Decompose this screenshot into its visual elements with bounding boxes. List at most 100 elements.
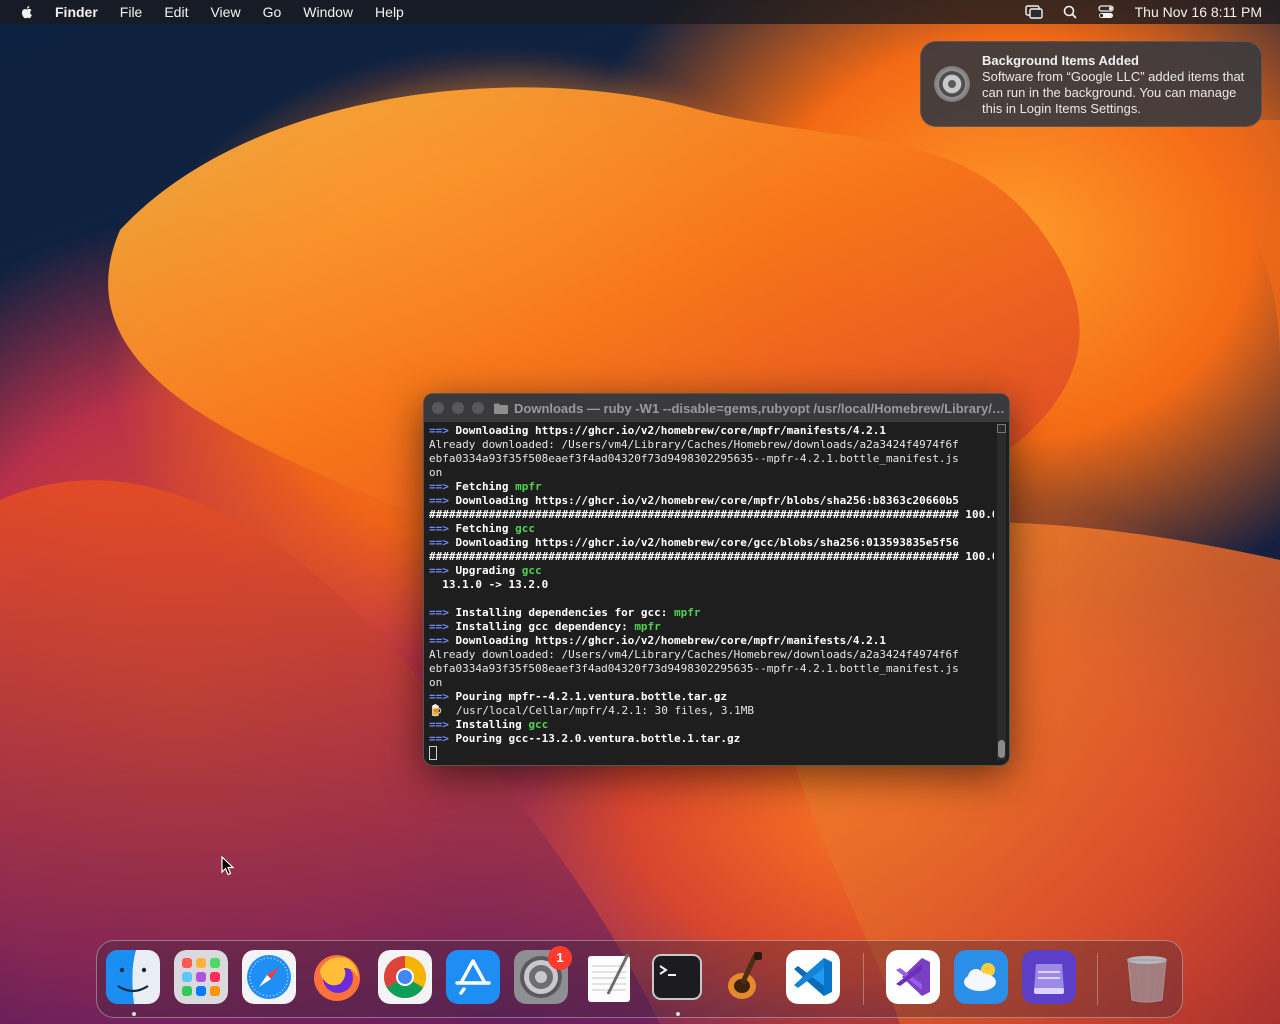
terminal-line: 13.1.0 -> 13.2.0 (429, 578, 994, 592)
terminal-line: ==> Downloading https://ghcr.io/v2/homeb… (429, 424, 994, 438)
close-button[interactable] (432, 402, 444, 414)
terminal-text: ==> (429, 494, 456, 507)
menubar-status-area: Thu Nov 16 8:11 PM (1007, 0, 1262, 24)
terminal-line: ########################################… (429, 550, 994, 564)
safari-icon[interactable] (242, 950, 296, 1004)
terminal-line: ==> Fetching mpfr (429, 480, 994, 494)
terminal-text: ==> (429, 732, 456, 745)
terminal-text: ==> (429, 620, 456, 633)
spotlight-search-icon[interactable] (1061, 5, 1079, 19)
terminal-line: ==> Installing gcc (429, 718, 994, 732)
scrollbar-thumb[interactable] (998, 740, 1005, 758)
terminal-running-indicator (676, 1012, 680, 1016)
terminal-output[interactable]: ==> Downloading https://ghcr.io/v2/homeb… (429, 424, 994, 760)
finder-running-indicator (132, 1012, 136, 1016)
terminal-icon[interactable] (650, 950, 704, 1004)
notification-body: Software from “Google LLC” added items t… (982, 69, 1245, 116)
menu-help[interactable]: Help (375, 0, 404, 24)
terminal-titlebar[interactable]: Downloads — ruby -W1 --disable=gems,ruby… (424, 394, 1009, 423)
menu-bar: Finder File Edit View Go Window Help Thu… (0, 0, 1280, 24)
minimize-button[interactable] (452, 402, 464, 414)
terminal-text: mpfr (674, 606, 701, 619)
vscode-icon[interactable] (786, 950, 840, 1004)
terminal-cursor (429, 746, 437, 760)
app-installer-icon[interactable] (1022, 950, 1076, 1004)
menu-view[interactable]: View (210, 0, 240, 24)
terminal-window-title: Downloads — ruby -W1 --disable=gems,ruby… (514, 400, 1006, 416)
terminal-text: mpfr (634, 620, 661, 633)
terminal-text: ebfa0334a93f35f508eaef3f4ad04320f73d9498… (429, 662, 959, 675)
terminal-text: ==> (429, 634, 456, 647)
terminal-text: Downloading https://ghcr.io/v2/homebrew/… (455, 494, 959, 507)
visual-studio-icon[interactable] (886, 950, 940, 1004)
terminal-text: ==> (429, 536, 456, 549)
terminal-text: ########################################… (429, 508, 994, 521)
terminal-text: Downloading https://ghcr.io/v2/homebrew/… (455, 536, 959, 549)
terminal-text: ebfa0334a93f35f508eaef3f4ad04320f73d9498… (429, 452, 959, 465)
terminal-text: gcc (515, 522, 535, 535)
terminal-text: ==> (429, 718, 456, 731)
control-center-icon[interactable] (1097, 5, 1115, 19)
terminal-text: gcc (528, 718, 549, 731)
terminal-text: ==> (429, 564, 456, 577)
terminal-text: Already downloaded: /Users/vm4/Library/C… (429, 438, 959, 451)
terminal-line: ==> Pouring gcc--13.2.0.ventura.bottle.1… (429, 732, 994, 746)
scrollbar-top (997, 424, 1006, 433)
terminal-line: ebfa0334a93f35f508eaef3f4ad04320f73d9498… (429, 662, 994, 676)
screen-mirroring-icon[interactable] (1024, 5, 1043, 19)
terminal-line: ==> Downloading https://ghcr.io/v2/homeb… (429, 494, 994, 508)
terminal-text: on (429, 676, 443, 689)
app-store-icon[interactable] (446, 950, 500, 1004)
terminal-line: ==> Downloading https://ghcr.io/v2/homeb… (429, 634, 994, 648)
launchpad-icon[interactable] (174, 950, 228, 1004)
mouse-pointer-icon (221, 856, 235, 876)
finder-icon[interactable] (106, 950, 160, 1004)
terminal-prompt-line[interactable] (429, 746, 994, 760)
terminal-line: on (429, 676, 994, 690)
garageband-icon[interactable] (718, 950, 772, 1004)
folder-icon (494, 403, 508, 414)
menu-edit[interactable]: Edit (164, 0, 188, 24)
firefox-icon[interactable] (310, 950, 364, 1004)
terminal-text: ########################################… (429, 550, 994, 563)
trash-icon[interactable] (1120, 950, 1174, 1004)
terminal-text: 13.1.0 -> 13.2.0 (429, 578, 549, 591)
terminal-text: Fetching (455, 480, 516, 493)
terminal-text: mpfr (515, 480, 542, 493)
system-settings-icon (934, 66, 970, 102)
terminal-line: ########################################… (429, 508, 994, 522)
terminal-text: gcc (521, 564, 542, 577)
terminal-text: ==> (429, 690, 456, 703)
chrome-icon[interactable] (378, 950, 432, 1004)
terminal-text: ==> (429, 606, 456, 619)
dock-separator (863, 953, 864, 1005)
menubar-clock[interactable]: Thu Nov 16 8:11 PM (1135, 4, 1262, 20)
terminal-text: Upgrading (455, 564, 522, 577)
icloud-icon[interactable] (954, 950, 1008, 1004)
terminal-line: ebfa0334a93f35f508eaef3f4ad04320f73d9498… (429, 452, 994, 466)
terminal-text: Installing gcc dependency: (455, 620, 635, 633)
menu-window[interactable]: Window (303, 0, 353, 24)
terminal-text: Fetching (455, 522, 516, 535)
terminal-text: on (429, 466, 443, 479)
terminal-line: ==> Installing gcc dependency: mpfr (429, 620, 994, 634)
textedit-icon[interactable] (582, 950, 636, 1004)
menu-file[interactable]: File (120, 0, 143, 24)
terminal-text: Pouring gcc--13.2.0.ventura.bottle.1.tar… (455, 732, 741, 745)
terminal-line: ==> Pouring mpfr--4.2.1.ventura.bottle.t… (429, 690, 994, 704)
system-settings-badge: 1 (548, 946, 572, 970)
menu-app-name[interactable]: Finder (55, 0, 98, 24)
terminal-text: Already downloaded: /Users/vm4/Library/C… (429, 648, 959, 661)
terminal-line: ==> Upgrading gcc (429, 564, 994, 578)
background-items-notification[interactable]: Background Items Added Software from “Go… (920, 41, 1262, 127)
terminal-line: Already downloaded: /Users/vm4/Library/C… (429, 648, 994, 662)
terminal-text: 🍺 /usr/local/Cellar/mpfr/4.2.1: 30 files… (429, 704, 754, 717)
menu-go[interactable]: Go (263, 0, 282, 24)
terminal-text: Downloading https://ghcr.io/v2/homebrew/… (455, 424, 886, 437)
terminal-window[interactable]: Downloads — ruby -W1 --disable=gems,ruby… (423, 393, 1010, 766)
apple-icon[interactable] (19, 4, 35, 20)
terminal-scrollbar[interactable] (997, 424, 1006, 760)
terminal-line: ==> Downloading https://ghcr.io/v2/homeb… (429, 536, 994, 550)
zoom-button[interactable] (472, 402, 484, 414)
